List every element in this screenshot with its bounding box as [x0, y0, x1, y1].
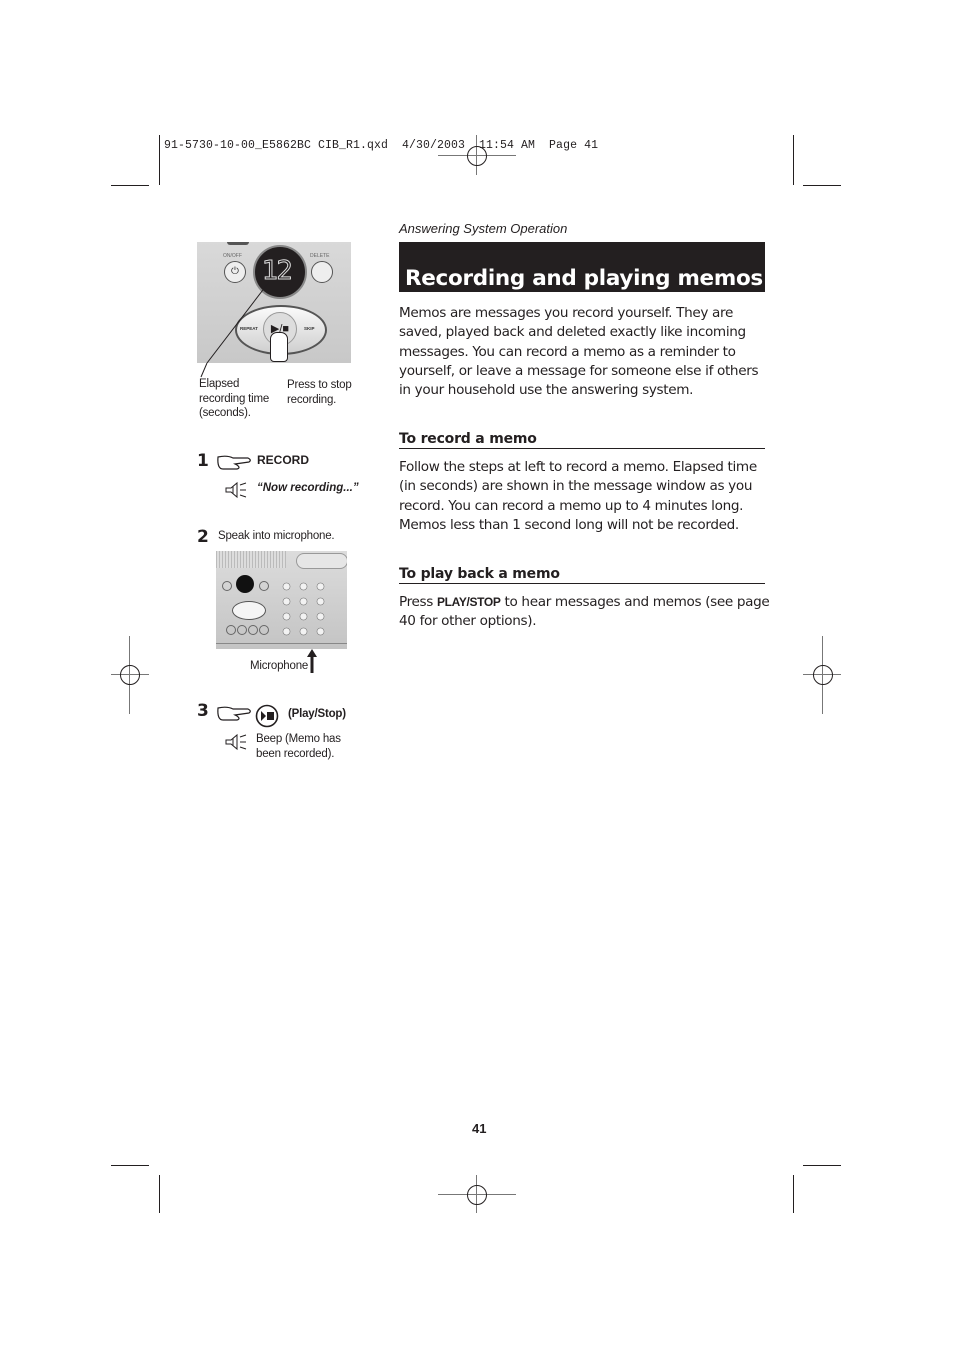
speaker-icon — [225, 481, 247, 499]
crop-mark — [803, 1165, 841, 1166]
heading-play-memo: To play back a memo — [399, 566, 765, 584]
play-stop-label: (Play/Stop) — [288, 708, 346, 720]
elapsed-time-callout: Elapsed recording time (seconds). — [199, 378, 270, 419]
crop-mark — [111, 1165, 149, 1166]
beep-confirmation: Beep (Memo has been recorded). — [256, 733, 341, 760]
page-number: 41 — [472, 1121, 487, 1136]
intro-paragraph: Memos are messages you record yourself. … — [399, 305, 759, 399]
play-stop-key-label: PLAY/STOP — [437, 595, 501, 609]
base-display — [236, 575, 254, 593]
step-3-number: 3 — [197, 701, 209, 721]
speaker-icon — [225, 733, 247, 751]
microphone-callout: Microphone — [250, 660, 309, 672]
pointing-finger-icon — [217, 706, 251, 721]
answering-machine-closeup: ON/OFF ⏻ 12 DELETE REPEAT SKIP ▶/■ — [197, 242, 351, 363]
speak-instruction: Speak into microphone. — [218, 530, 335, 542]
answering-machine-base — [216, 551, 347, 649]
crop-mark — [159, 135, 160, 185]
step-2-number: 2 — [197, 527, 209, 547]
now-recording-prompt: “Now recording...” — [257, 482, 359, 494]
crop-mark — [793, 1175, 794, 1213]
record-memo-paragraph: Follow the steps at left to record a mem… — [399, 459, 757, 533]
registration-mark-right — [803, 636, 841, 714]
title-bar: Recording and playing memos — [399, 242, 765, 292]
play-stop-icon — [255, 704, 279, 728]
print-slug: 91-5730-10-00_E5862BC CIB_R1.qxd 4/30/20… — [164, 139, 599, 152]
step-1-number: 1 — [197, 451, 209, 471]
registration-mark-left — [111, 636, 149, 714]
callout-line — [206, 281, 270, 363]
stop-recording-callout: Press to stop recording. — [287, 379, 352, 406]
play-memo-paragraph: Press PLAY/STOP to hear messages and mem… — [399, 594, 770, 630]
crop-mark — [793, 135, 794, 185]
crop-mark — [803, 185, 841, 186]
crop-mark — [111, 185, 149, 186]
registration-mark-bottom — [438, 1175, 516, 1213]
callout-line-extension — [200, 363, 208, 378]
pointing-finger-icon — [217, 455, 251, 470]
heading-record-memo: To record a memo — [399, 431, 765, 449]
page-title: Recording and playing memos — [405, 266, 763, 291]
record-button-label: RECORD — [257, 453, 310, 467]
section-label: Answering System Operation — [399, 221, 568, 236]
crop-mark — [159, 1175, 160, 1213]
